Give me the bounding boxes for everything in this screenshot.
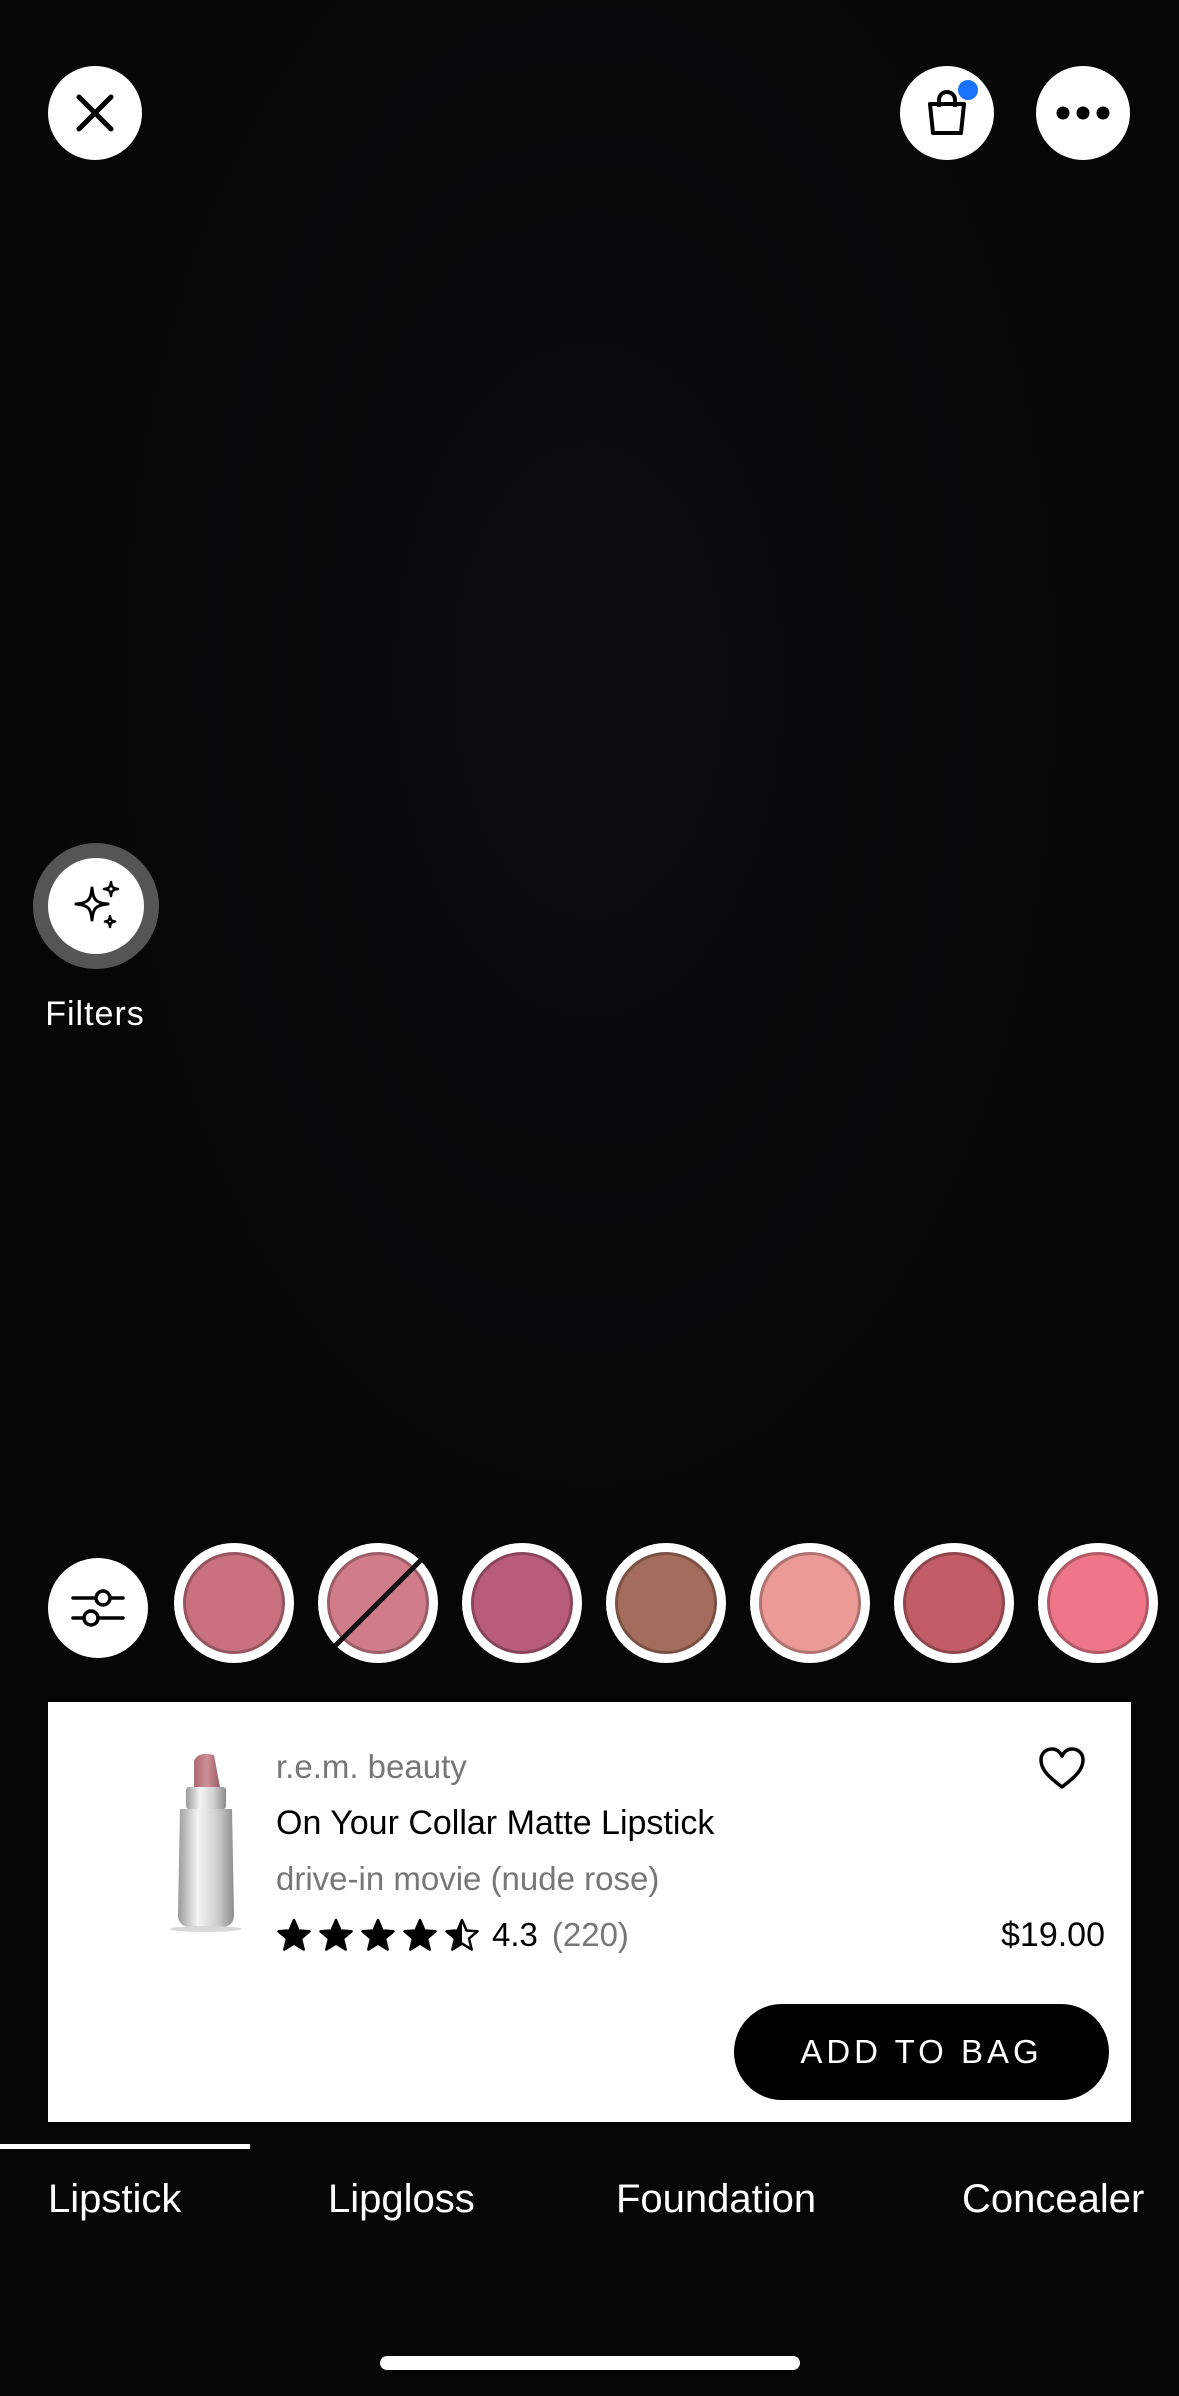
product-price: $19.00 (1001, 1916, 1105, 1954)
product-name: On Your Collar Matte Lipstick (276, 1804, 715, 1842)
swatch-color (1047, 1552, 1149, 1654)
product-shade: drive-in movie (nude rose) (276, 1860, 660, 1897)
shade-swatch[interactable] (1038, 1543, 1158, 1663)
home-indicator (380, 2356, 800, 2370)
filters-button[interactable] (33, 843, 159, 969)
shade-swatch-row (0, 1543, 1179, 1663)
swatch-color (759, 1552, 861, 1654)
review-count: (220) (551, 1916, 629, 1953)
swatch-color (183, 1552, 285, 1654)
product-card[interactable]: r.e.m. beauty On Your Collar Matte Lipst… (48, 1702, 1131, 2122)
product-rating: 4.3 (220) (276, 1914, 629, 1956)
camera-view (0, 0, 1179, 1700)
shade-swatch[interactable] (894, 1543, 1014, 1663)
lipstick-product-image (170, 1753, 242, 1932)
shade-swatch[interactable] (606, 1543, 726, 1663)
tab-lipgloss[interactable]: Lipgloss (328, 2177, 475, 2222)
sparkles-icon (74, 880, 120, 929)
filters-button-inner (48, 858, 144, 954)
shade-swatch[interactable] (174, 1543, 294, 1663)
more-options-button[interactable] (1036, 66, 1130, 160)
swatch-color (903, 1552, 1005, 1654)
tab-lipstick[interactable]: Lipstick (48, 2177, 181, 2222)
star-full-icon (361, 1918, 395, 1951)
product-brand: r.e.m. beauty (276, 1748, 467, 1785)
star-full-icon (403, 1918, 437, 1951)
active-tab-indicator (0, 2144, 250, 2149)
sliders-icon (71, 1589, 125, 1627)
tab-concealer[interactable]: Concealer (962, 2177, 1144, 2222)
cart-badge-dot (956, 78, 980, 102)
shopping-bag-button[interactable] (900, 66, 994, 160)
favorite-heart-icon[interactable] (1037, 1744, 1087, 1794)
star-full-icon (277, 1918, 311, 1951)
filters-label: Filters (45, 995, 145, 1033)
shade-swatch[interactable] (462, 1543, 582, 1663)
more-horizontal-icon (1056, 106, 1110, 120)
adjust-button[interactable] (48, 1558, 148, 1658)
star-half-icon (445, 1918, 479, 1951)
shade-swatch[interactable] (750, 1543, 870, 1663)
add-to-bag-button[interactable]: ADD TO BAG (734, 2004, 1109, 2100)
shade-swatch[interactable] (318, 1543, 438, 1663)
swatch-color (471, 1552, 573, 1654)
star-full-icon (319, 1918, 353, 1951)
close-icon (76, 94, 114, 132)
swatch-color (615, 1552, 717, 1654)
rating-value: 4.3 (492, 1916, 538, 1953)
close-button[interactable] (48, 66, 142, 160)
tab-foundation[interactable]: Foundation (616, 2177, 816, 2222)
category-tabs: Lipstick Lipgloss Foundation Concealer (0, 2144, 1179, 2254)
rating-stars (276, 1918, 480, 1952)
